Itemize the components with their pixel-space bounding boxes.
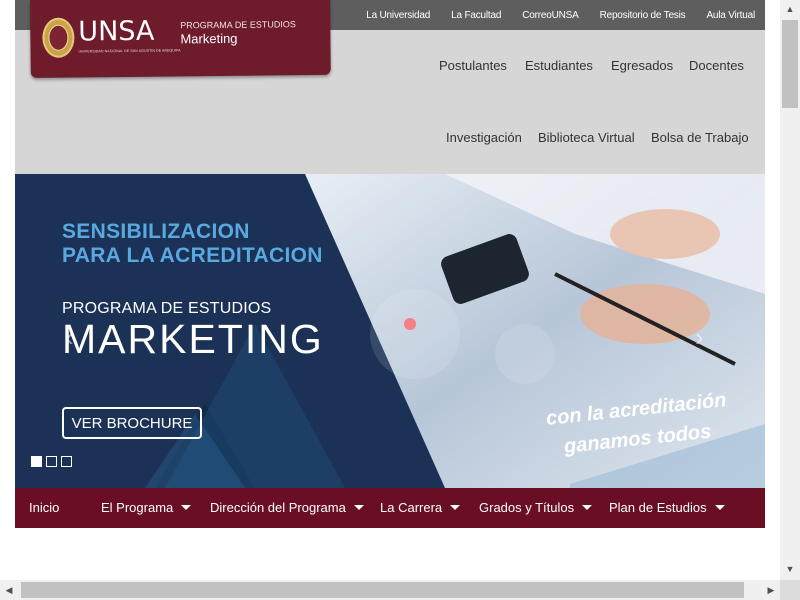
vertical-scroll-thumb[interactable] <box>782 20 798 108</box>
menu-direccion-label: Dirección del Programa <box>210 500 346 515</box>
carousel-dot-2[interactable] <box>46 456 57 467</box>
nav-bolsa-de-trabajo[interactable]: Bolsa de Trabajo <box>651 130 749 145</box>
menu-inicio[interactable]: Inicio <box>29 500 59 515</box>
menu-el-programa[interactable]: El Programa <box>101 500 192 515</box>
program-label: PROGRAMA DE ESTUDIOS <box>180 19 296 31</box>
caret-down-icon <box>450 505 461 510</box>
ver-brochure-button[interactable]: VER BROCHURE <box>62 407 202 439</box>
hero-title-line1: SENSIBILIZACION <box>62 220 250 243</box>
vertical-scrollbar[interactable]: ▲ ▼ <box>780 0 800 580</box>
carousel-dot-3[interactable] <box>61 456 72 467</box>
link-aula-virtual[interactable]: Aula Virtual <box>706 10 755 21</box>
horizontal-scroll-thumb[interactable] <box>21 582 744 598</box>
unsa-subtitle: UNIVERSIDAD NACIONAL DE SAN AGUSTIN DE A… <box>78 48 181 54</box>
menu-grados-y-titulos[interactable]: Grados y Títulos <box>479 500 593 515</box>
chevron-right-icon[interactable]: › <box>695 322 704 353</box>
hero-title-line2: PARA LA ACREDITACION <box>62 244 323 267</box>
university-seal-icon <box>42 17 75 58</box>
chevron-left-icon[interactable]: ‹ <box>65 322 74 353</box>
menu-plan-de-estudios[interactable]: Plan de Estudios <box>609 500 725 515</box>
link-la-facultad[interactable]: La Facultad <box>451 10 501 21</box>
nav-docentes[interactable]: Docentes <box>689 58 744 73</box>
browser-viewport: La Universidad La Facultad CorreoUNSA Re… <box>0 0 780 580</box>
menu-inicio-label: Inicio <box>29 500 60 515</box>
horizontal-scrollbar[interactable]: ◀ ▶ <box>0 580 780 600</box>
carousel-dot-1[interactable] <box>31 456 42 467</box>
nav-biblioteca-virtual[interactable]: Biblioteca Virtual <box>538 130 635 145</box>
menu-la-carrera[interactable]: La Carrera <box>380 500 461 515</box>
scrollbar-corner <box>780 580 800 600</box>
nav-investigacion[interactable]: Investigación <box>446 130 522 145</box>
nav-estudiantes[interactable]: Estudiantes <box>525 58 593 73</box>
menu-grados-label: Grados y Títulos <box>479 500 575 515</box>
main-navigation-bar: Inicio El Programa Dirección del Program… <box>15 488 765 528</box>
unsa-wordmark: UNSA <box>78 15 155 48</box>
caret-down-icon <box>582 505 593 510</box>
utility-links: La Universidad La Facultad CorreoUNSA Re… <box>345 0 755 30</box>
arrow-left-icon[interactable]: ◀ <box>0 580 18 600</box>
arrow-down-icon[interactable]: ▼ <box>780 560 800 578</box>
link-repositorio-de-tesis[interactable]: Repositorio de Tesis <box>600 10 686 21</box>
nav-postulantes[interactable]: Postulantes <box>439 58 507 73</box>
caret-down-icon <box>353 505 364 510</box>
caret-down-icon <box>181 505 192 510</box>
arrow-right-icon[interactable]: ▶ <box>762 580 780 600</box>
hero-program-name: MARKETING <box>62 316 324 362</box>
logo-panel[interactable]: UNSA UNIVERSIDAD NACIONAL DE SAN AGUSTIN… <box>30 0 331 78</box>
hero-carousel[interactable]: SENSIBILIZACION PARA LA ACREDITACION PRO… <box>15 174 765 488</box>
nav-egresados[interactable]: Egresados <box>611 58 673 73</box>
caret-down-icon <box>714 505 725 510</box>
menu-el-programa-label: El Programa <box>101 500 174 515</box>
link-correo-unsa[interactable]: CorreoUNSA <box>522 10 579 21</box>
page-content-area <box>15 528 765 580</box>
program-name: Marketing <box>180 30 238 47</box>
link-la-universidad[interactable]: La Universidad <box>366 10 430 21</box>
page: La Universidad La Facultad CorreoUNSA Re… <box>15 0 765 580</box>
carousel-indicators <box>31 456 72 467</box>
menu-direccion-del-programa[interactable]: Dirección del Programa <box>210 500 364 515</box>
arrow-up-icon[interactable]: ▲ <box>780 0 800 18</box>
menu-plan-label: Plan de Estudios <box>609 500 707 515</box>
menu-la-carrera-label: La Carrera <box>380 500 443 515</box>
